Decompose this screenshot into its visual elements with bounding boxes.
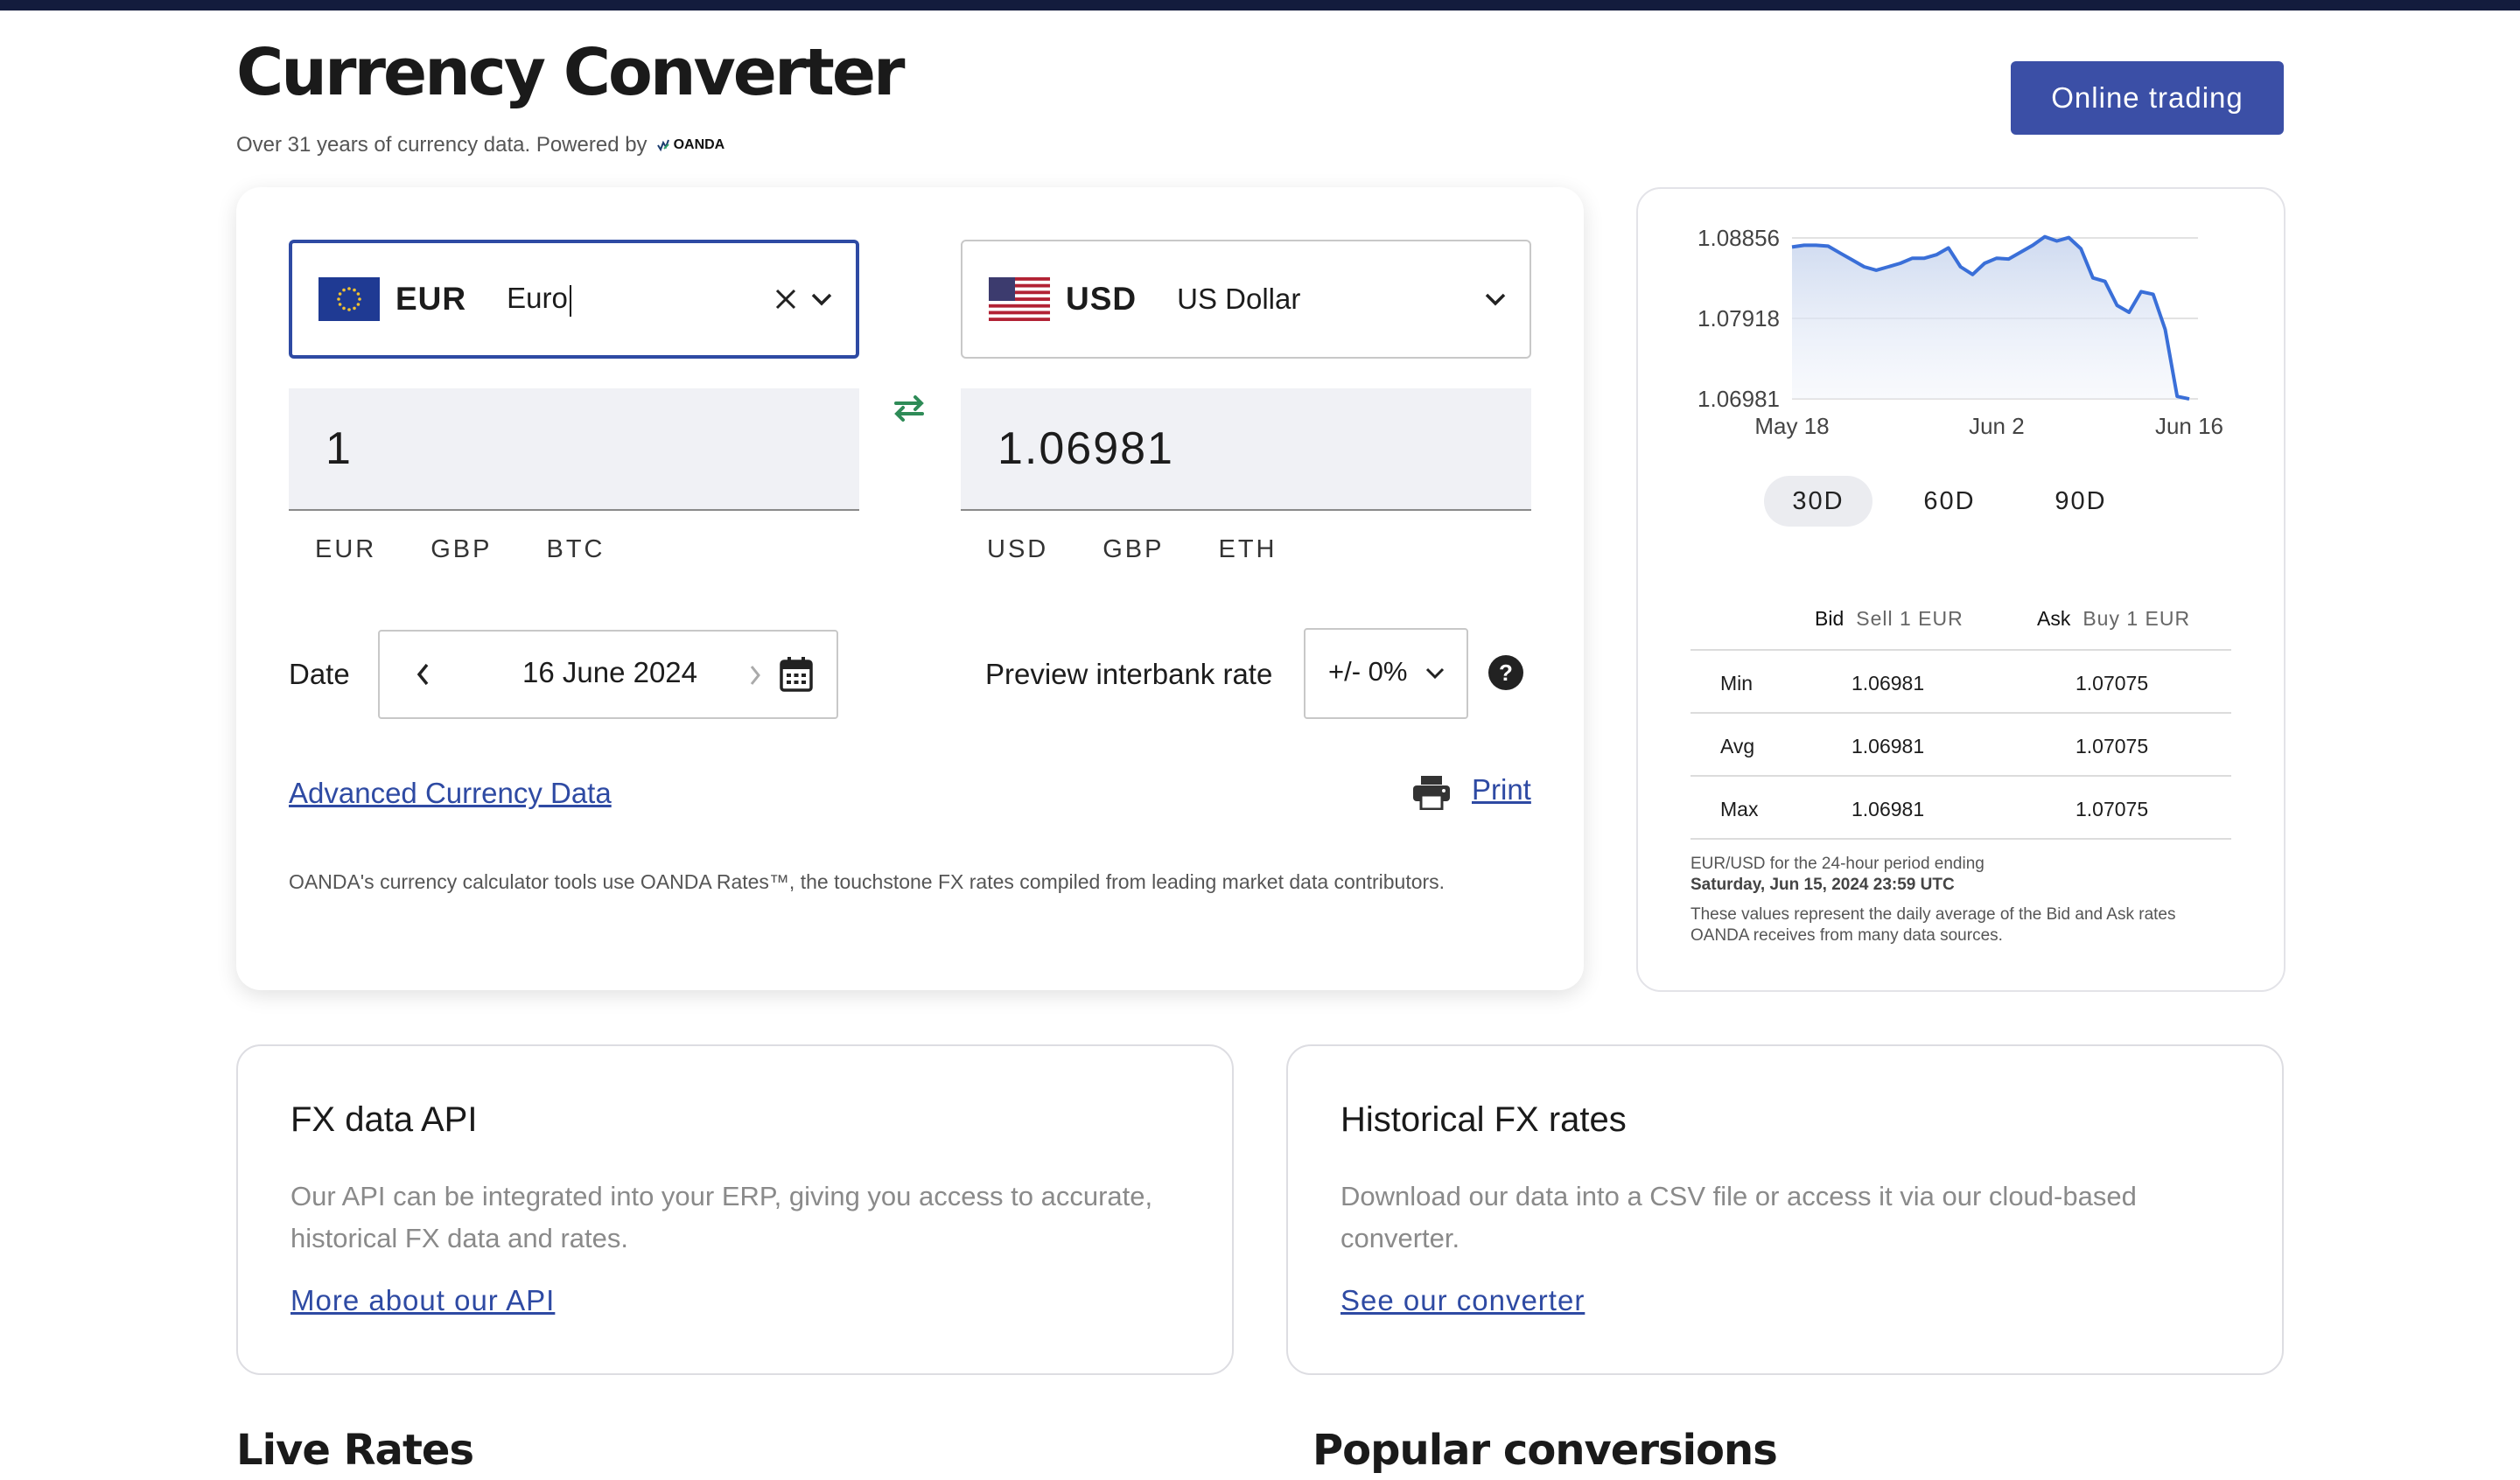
card-body: Download our data into a CSV file or acc… xyxy=(1340,1181,2137,1253)
ask-value: 1.07075 xyxy=(2076,672,2149,695)
to-amount-value: 1.06981 xyxy=(998,423,1174,474)
online-trading-button[interactable]: Online trading xyxy=(2011,61,2284,135)
ask-value: 1.07075 xyxy=(2076,735,2149,757)
tab-30d[interactable]: 30D xyxy=(1764,476,1872,527)
printer-icon[interactable] xyxy=(1412,775,1451,810)
date-picker[interactable]: 16 June 2024 xyxy=(378,630,838,719)
subtitle: Over 31 years of currency data. Powered … xyxy=(236,133,724,157)
from-amount-input[interactable]: 1 xyxy=(289,388,859,511)
interbank-rate-value: +/- 0% xyxy=(1328,656,1408,687)
from-currency-select[interactable]: EUR Euro xyxy=(289,240,859,359)
clear-icon[interactable] xyxy=(774,287,798,311)
table-row: Avg 1.06981 1.07075 xyxy=(1690,714,2231,777)
from-amount-value: 1 xyxy=(326,423,353,474)
quick-currency-eur[interactable]: EUR xyxy=(315,535,376,564)
see-converter-link[interactable]: See our converter xyxy=(1340,1284,1585,1317)
preview-interbank-label: Preview interbank rate xyxy=(985,658,1273,690)
table-row: Max 1.06981 1.07075 xyxy=(1690,777,2231,840)
table-row: Min 1.06981 1.07075 xyxy=(1690,651,2231,714)
subtitle-text: Over 31 years of currency data. Powered … xyxy=(236,133,648,157)
table-header: Bid Sell 1 EUR Ask Buy 1 EUR xyxy=(1690,598,2231,651)
quick-currency-eth[interactable]: ETH xyxy=(1218,535,1277,564)
x-tick-label: May 18 xyxy=(1754,413,1829,439)
row-label: Avg xyxy=(1720,735,1755,757)
bid-value: 1.06981 xyxy=(1852,672,1925,695)
disclaimer-text: OANDA's currency calculator tools use OA… xyxy=(289,870,1446,893)
bid-value: 1.06981 xyxy=(1852,798,1925,820)
more-about-api-link[interactable]: More about our API xyxy=(290,1284,555,1317)
svg-text:?: ? xyxy=(1499,660,1513,686)
y-tick-label: 1.08856 xyxy=(1698,225,1780,251)
tab-60d[interactable]: 60D xyxy=(1895,476,2004,527)
footnote-period: Saturday, Jun 15, 2024 23:59 UTC xyxy=(1690,876,1955,894)
tab-90d[interactable]: 90D xyxy=(2026,476,2135,527)
footnote-line: EUR/USD for the 24-hour period ending xyxy=(1690,855,1984,873)
help-icon[interactable]: ? xyxy=(1488,654,1524,691)
ask-header: Ask Buy 1 EUR xyxy=(2037,607,2191,630)
from-currency-code: EUR xyxy=(396,281,467,317)
card-body: Our API can be integrated into your ERP,… xyxy=(290,1181,1153,1253)
chevron-right-icon xyxy=(750,666,760,685)
x-tick-label: Jun 2 xyxy=(1969,413,2025,439)
chevron-down-icon[interactable] xyxy=(1484,291,1507,307)
interbank-rate-select[interactable]: +/- 0% xyxy=(1304,628,1468,719)
bid-ask-table: Bid Sell 1 EUR Ask Buy 1 EUR Min 1.06981 1… xyxy=(1690,598,2231,840)
from-quick-currencies: EUR GBP BTC xyxy=(315,535,605,564)
eu-flag-icon xyxy=(318,277,380,321)
oanda-logo-text: OANDA xyxy=(673,137,725,152)
quick-currency-gbp[interactable]: GBP xyxy=(1102,535,1164,564)
historical-fx-rates-card: Historical FX rates Download our data in… xyxy=(1286,1044,2284,1375)
card-title: FX data API xyxy=(290,1100,478,1139)
date-value: 16 June 2024 xyxy=(522,656,697,688)
quick-currency-gbp[interactable]: GBP xyxy=(430,535,492,564)
oanda-logo: OANDA xyxy=(656,137,725,153)
to-quick-currencies: USD GBP ETH xyxy=(987,535,1277,564)
rate-chart: 1.08856 1.07918 1.06981May 18 Jun 2 Jun 16 xyxy=(1698,225,2223,439)
row-label: Max xyxy=(1720,798,1759,820)
chevron-down-icon[interactable] xyxy=(810,291,833,307)
to-currency-name: US Dollar xyxy=(1177,283,1301,315)
live-rates-heading: Live Rates xyxy=(236,1426,474,1475)
us-flag-icon xyxy=(989,277,1050,321)
swap-icon[interactable] xyxy=(891,394,928,423)
from-currency-search-input[interactable]: Euro xyxy=(507,282,571,317)
date-label: Date xyxy=(289,658,350,690)
to-currency-code: USD xyxy=(1066,281,1138,317)
text-cursor xyxy=(569,284,571,317)
to-currency-select[interactable]: USD US Dollar xyxy=(961,240,1531,359)
to-amount-input[interactable]: 1.06981 xyxy=(961,388,1531,511)
row-label: Min xyxy=(1720,672,1754,695)
quick-currency-btc[interactable]: BTC xyxy=(546,535,605,564)
quick-currency-usd[interactable]: USD xyxy=(987,535,1048,564)
popular-conversions-heading: Popular conversions xyxy=(1312,1426,1778,1475)
bid-header: Bid Sell 1 EUR xyxy=(1815,607,1964,630)
chart-range-tabs: 30D 60D 90D xyxy=(1764,476,2135,527)
y-tick-label: 1.07918 xyxy=(1698,305,1780,332)
calendar-icon[interactable] xyxy=(779,656,814,693)
footnote-explanation: These values represent the daily average… xyxy=(1690,905,2176,945)
card-title: Historical FX rates xyxy=(1340,1100,1627,1139)
page-title: Currency Converter xyxy=(236,35,906,110)
chart-footnote: EUR/USD for the 24-hour period ending Sa… xyxy=(1690,854,2216,946)
chevron-down-icon xyxy=(1425,667,1445,680)
advanced-currency-data-link[interactable]: Advanced Currency Data xyxy=(289,777,612,810)
y-tick-label: 1.06981 xyxy=(1698,386,1780,412)
ask-value: 1.07075 xyxy=(2076,798,2149,820)
oanda-logo-mark-icon xyxy=(656,139,669,152)
print-link[interactable]: Print xyxy=(1472,773,1531,806)
x-tick-label: Jun 16 xyxy=(2155,413,2223,439)
bid-value: 1.06981 xyxy=(1852,735,1925,757)
top-bar xyxy=(0,0,2520,10)
fx-data-api-card: FX data API Our API can be integrated in… xyxy=(236,1044,1234,1375)
